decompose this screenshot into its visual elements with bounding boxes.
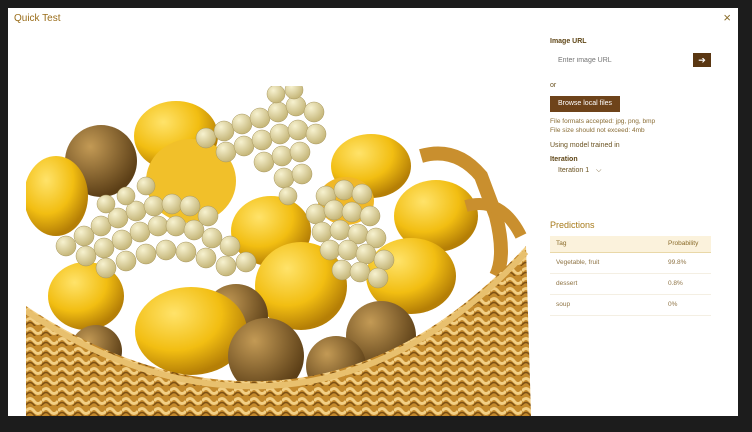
probability-cell: 99.8% xyxy=(668,259,687,266)
iteration-label: Iteration xyxy=(550,156,578,163)
tag-column-header: Tag xyxy=(556,240,567,247)
browse-local-files-button[interactable]: Browse local files xyxy=(550,96,620,112)
iteration-dropdown[interactable]: Iteration 1 ⌵ xyxy=(558,167,601,175)
formats-note: File formats accepted: jpg, png, bmp xyxy=(550,118,656,125)
tag-cell: soup xyxy=(556,301,571,308)
close-icon[interactable]: × xyxy=(723,10,731,26)
tag-cell: Vegetable, fruit xyxy=(556,259,600,266)
submit-url-button[interactable]: ➔ xyxy=(693,53,711,67)
dialog-title: Quick Test xyxy=(14,13,61,24)
size-note: File size should not exceed: 4mb xyxy=(550,127,645,134)
test-image xyxy=(26,86,531,416)
table-row: Vegetable, fruit 99.8% xyxy=(550,253,711,274)
predictions-header: Tag Probability xyxy=(550,236,711,253)
table-row: dessert 0.8% xyxy=(550,274,711,295)
predictions-table: Tag Probability Vegetable, fruit 99.8% d… xyxy=(550,236,711,316)
table-row: soup 0% xyxy=(550,295,711,316)
or-label: or xyxy=(550,82,557,89)
probability-cell: 0.8% xyxy=(668,280,683,287)
predictions-title: Predictions xyxy=(550,220,595,230)
tag-cell: dessert xyxy=(556,280,578,287)
image-url-input[interactable] xyxy=(550,53,696,67)
image-url-label: Image URL xyxy=(550,38,587,45)
quick-test-dialog: Quick Test × Image URL Enter image URL ➔… xyxy=(8,8,738,416)
iteration-value: Iteration 1 xyxy=(558,167,590,174)
fruit-basket-illustration xyxy=(26,86,531,416)
chevron-down-icon: ⌵ xyxy=(596,167,602,174)
using-model-label: Using model trained in xyxy=(550,142,620,149)
probability-column-header: Probability xyxy=(668,240,699,247)
arrow-right-icon: ➔ xyxy=(698,55,706,65)
probability-cell: 0% xyxy=(668,301,678,308)
